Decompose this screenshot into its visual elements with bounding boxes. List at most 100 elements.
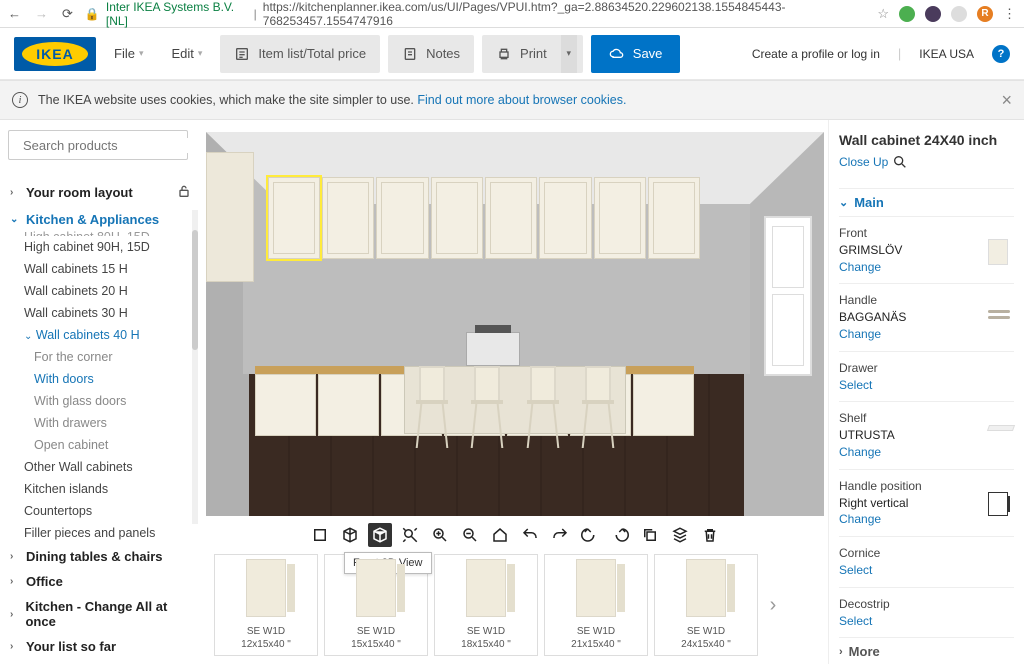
reload-icon[interactable]: ⟳: [62, 6, 73, 22]
itemlist-button[interactable]: Item list/Total price: [220, 35, 380, 73]
change-link[interactable]: Change: [839, 511, 922, 528]
subsub-item[interactable]: With glass doors: [32, 390, 194, 412]
upper-cabinet[interactable]: [485, 177, 537, 259]
cat-dining[interactable]: ›Dining tables & chairs: [8, 544, 194, 569]
search-input[interactable]: [23, 138, 198, 153]
subsub-item-selected[interactable]: With doors: [32, 368, 194, 390]
upper-cabinet[interactable]: [594, 177, 646, 259]
stool[interactable]: [469, 366, 505, 450]
copy-icon[interactable]: [638, 523, 662, 547]
stool[interactable]: [414, 366, 450, 450]
upper-cabinet[interactable]: [539, 177, 591, 259]
scroll-thumb[interactable]: [192, 230, 198, 350]
chevron-right-icon: ›: [10, 576, 20, 587]
3d-viewport[interactable]: [206, 132, 824, 516]
notes-button[interactable]: Notes: [388, 35, 474, 73]
change-link[interactable]: Change: [839, 259, 902, 276]
change-link[interactable]: Change: [839, 444, 895, 461]
cookie-link[interactable]: Find out more about browser cookies.: [417, 93, 626, 107]
stool[interactable]: [525, 366, 561, 450]
thumb-item[interactable]: SE W1D21x15x40 ": [544, 554, 648, 656]
select-link[interactable]: Select: [839, 562, 880, 579]
close-icon[interactable]: ×: [1001, 90, 1012, 111]
address-bar[interactable]: 🔒 Inter IKEA Systems B.V. [NL] | https:/…: [85, 0, 865, 28]
sub-item[interactable]: Filler pieces and panels: [22, 522, 194, 544]
sub-item[interactable]: High cabinet 90H, 15D: [22, 236, 194, 258]
profile-link[interactable]: Create a profile or log in: [742, 47, 890, 61]
select-link[interactable]: Select: [839, 613, 890, 630]
sub-item-selected[interactable]: ⌄ Wall cabinets 40 H: [22, 324, 194, 346]
thumb-item[interactable]: SE W1D24x15x40 ": [654, 554, 758, 656]
sub-item[interactable]: Other Wall cabinets: [22, 456, 194, 478]
print-dropdown[interactable]: ▾: [561, 35, 577, 73]
menu-dots-icon[interactable]: ⋮: [1003, 6, 1016, 22]
upper-cabinet[interactable]: [648, 177, 700, 259]
ext-icon-2[interactable]: [925, 6, 941, 22]
back-icon[interactable]: ←: [8, 6, 21, 22]
upper-cabinet[interactable]: [431, 177, 483, 259]
search-box[interactable]: [8, 130, 188, 160]
closeup-link[interactable]: Close Up: [839, 154, 1014, 170]
rotate-right-icon[interactable]: [608, 523, 632, 547]
ext-icon-3[interactable]: [951, 6, 967, 22]
cat-change-all[interactable]: ›Kitchen - Change All at once: [8, 594, 194, 634]
subsub-item[interactable]: With drawers: [32, 412, 194, 434]
cat-room-layout[interactable]: › Your room layout: [8, 178, 194, 207]
section-main[interactable]: ⌄Main: [839, 188, 1014, 216]
cat-your-list[interactable]: ›Your list so far: [8, 634, 194, 659]
notes-icon: [402, 46, 418, 62]
sub-item[interactable]: Kitchen islands: [22, 478, 194, 500]
ext-icon-4[interactable]: R: [977, 6, 993, 22]
forward-icon[interactable]: →: [35, 6, 48, 22]
rotate-left-icon[interactable]: [578, 523, 602, 547]
thumb-item[interactable]: SE W1D18x15x40 ": [434, 554, 538, 656]
redo-icon[interactable]: [548, 523, 572, 547]
sub-item[interactable]: High cabinet 80H, 15D: [22, 226, 194, 236]
zoom-in-icon[interactable]: [428, 523, 452, 547]
sub-item[interactable]: Wall cabinets 15 H: [22, 258, 194, 280]
star-icon[interactable]: ☆: [877, 6, 889, 22]
sub-item[interactable]: Wall cabinets 20 H: [22, 280, 194, 302]
undo-icon[interactable]: [518, 523, 542, 547]
file-menu[interactable]: File▾: [104, 40, 153, 67]
zoom-out-icon[interactable]: [458, 523, 482, 547]
cat-office[interactable]: ›Office: [8, 569, 194, 594]
upper-cabinet[interactable]: [376, 177, 428, 259]
zoom-fit-icon[interactable]: [398, 523, 422, 547]
region-link[interactable]: IKEA USA: [909, 47, 984, 61]
chevron-down-icon: ▾: [198, 48, 203, 59]
view-3d-icon[interactable]: [338, 523, 362, 547]
lower-cabinet[interactable]: [318, 374, 379, 436]
chevron-right-icon: ›: [10, 551, 20, 562]
change-link[interactable]: Change: [839, 326, 906, 343]
sub-item[interactable]: Countertops: [22, 500, 194, 522]
scrollbar[interactable]: [192, 210, 198, 524]
home-icon[interactable]: [488, 523, 512, 547]
stool[interactable]: [580, 366, 616, 450]
subsub-item[interactable]: Open cabinet: [32, 434, 194, 456]
subsub-item[interactable]: For the corner: [32, 346, 194, 368]
lower-cabinet[interactable]: [255, 374, 316, 436]
thumb-item[interactable]: SE W1D12x15x40 ": [214, 554, 318, 656]
select-link[interactable]: Select: [839, 377, 878, 394]
help-icon[interactable]: ?: [992, 45, 1010, 63]
upper-cabinet-selected[interactable]: [268, 177, 320, 259]
layers-icon[interactable]: [668, 523, 692, 547]
section-more[interactable]: ›More: [839, 637, 1014, 664]
thumb-next-icon[interactable]: ›: [764, 594, 782, 617]
app-toolbar: IKEA File▾ Edit▾ Item list/Total price N…: [0, 28, 1024, 80]
print-button[interactable]: Print ▾: [482, 35, 583, 73]
view-2d-icon[interactable]: [308, 523, 332, 547]
ikea-logo[interactable]: IKEA: [14, 37, 96, 71]
lower-cabinet[interactable]: [633, 374, 694, 436]
shelf-swatch-icon: [987, 425, 1015, 431]
sub-item[interactable]: Wall cabinets 30 H: [22, 302, 194, 324]
ext-icon-1[interactable]: [899, 6, 915, 22]
prop-drawer: DrawerSelect: [839, 351, 1014, 402]
upper-cabinet[interactable]: [322, 177, 374, 259]
stove[interactable]: [466, 332, 520, 366]
edit-menu[interactable]: Edit▾: [161, 40, 212, 67]
save-button[interactable]: Save: [591, 35, 681, 73]
delete-icon[interactable]: [698, 523, 722, 547]
view-front3d-icon[interactable]: [368, 523, 392, 547]
